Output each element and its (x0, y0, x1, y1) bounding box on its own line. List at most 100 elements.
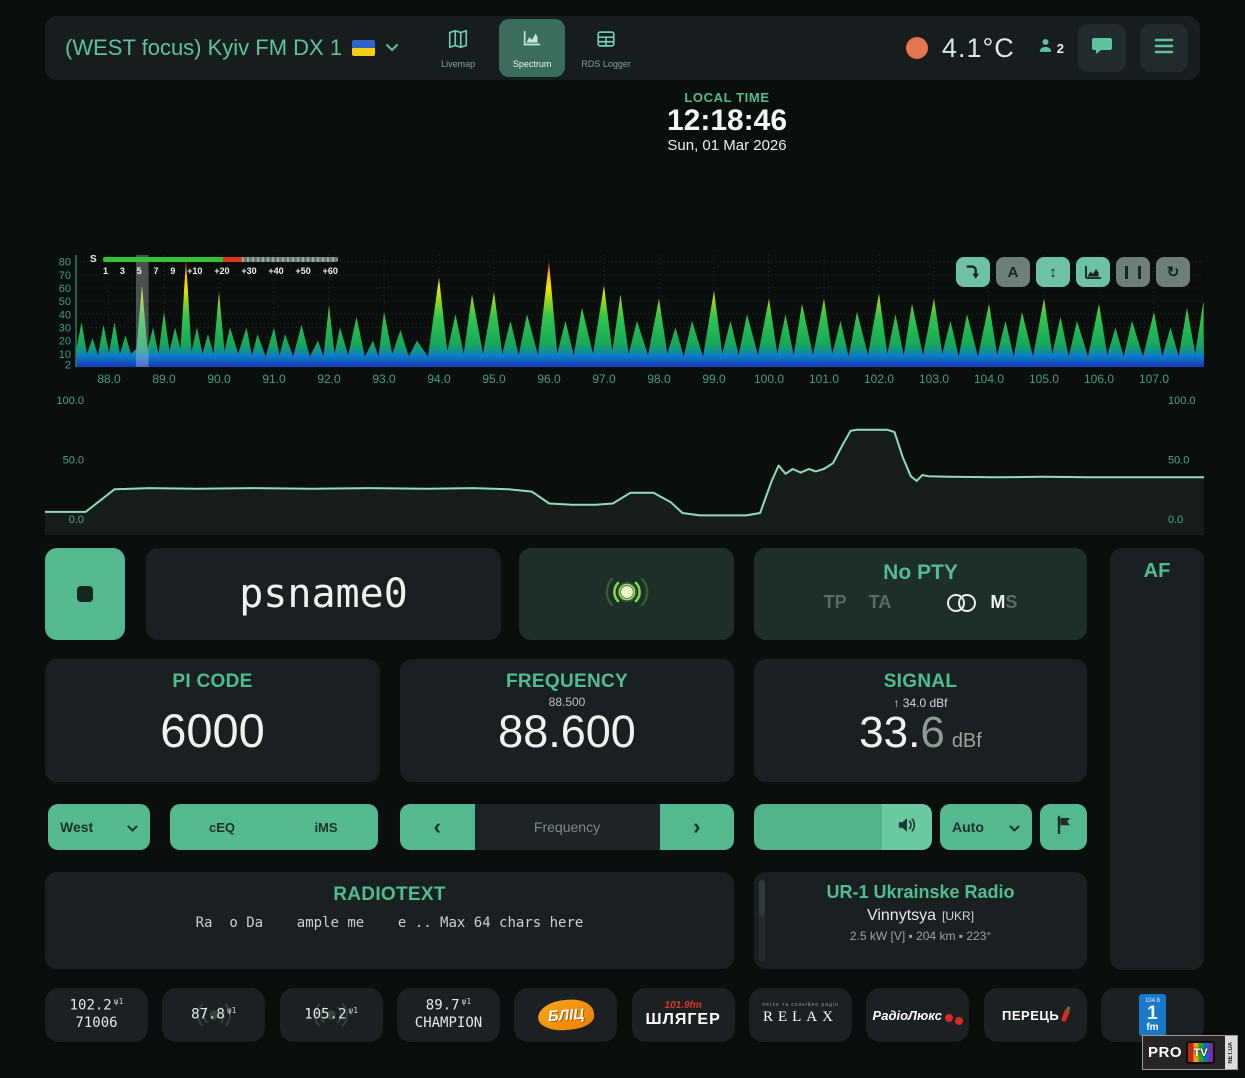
svg-text:102.0: 102.0 (864, 372, 894, 386)
af-label: AF (1143, 560, 1171, 582)
preset-tile[interactable]: 102.2 ψ1 71006 (45, 988, 148, 1042)
radiotext-value: Ra o Da ample me e .. Max 64 chars here (195, 915, 584, 931)
chat-icon (1090, 34, 1114, 63)
station-selector[interactable]: (WEST focus) Kyiv FM DX 1 (65, 35, 399, 61)
top-bar-right: 4.1°C 2 (905, 24, 1192, 72)
s-meter-tick-label: +10 (187, 266, 203, 276)
nav-rds-logger-label: RDS Logger (581, 58, 631, 69)
pause-button[interactable] (1116, 257, 1150, 287)
transmitter-details: 2.5 kW [V] ▪ 204 km ▪ 223° (849, 929, 992, 943)
signal-label: SIGNAL (883, 671, 958, 692)
frequency-input[interactable] (474, 804, 660, 850)
frequency-panel: FREQUENCY 88.500 88.600 (400, 659, 734, 782)
tune-down-button[interactable]: ‹ (400, 804, 475, 850)
preset-tile[interactable]: легке та спокійне радіо RELAX (748, 988, 852, 1042)
svg-text:70: 70 (59, 270, 71, 282)
transmitter-name: UR-1 Ukrainske Radio (826, 882, 1015, 902)
clock-label: LOCAL TIME (684, 90, 770, 105)
svg-text:0.0: 0.0 (1168, 514, 1183, 526)
preset-tile[interactable]: 89.7 ψ1 CHAMPION (396, 988, 500, 1042)
svg-text:101.0: 101.0 (809, 372, 839, 386)
nav-spectrum-button[interactable]: Spectrum (499, 19, 566, 77)
svg-text:92.0: 92.0 (317, 372, 341, 386)
main-nav: Livemap Spectrum RDS Logger (425, 19, 639, 77)
preset-tile[interactable]: 104.6 1 fm (1100, 988, 1204, 1042)
radio-lux-logo: РадіоЛюкс (873, 1006, 964, 1025)
svg-text:96.0: 96.0 (537, 372, 561, 386)
report-flag-button[interactable] (1040, 804, 1087, 850)
s-meter-tick-label: 3 (119, 266, 125, 276)
s-meter-tick-label: +40 (268, 266, 284, 276)
nav-spectrum-label: Spectrum (512, 58, 552, 69)
s-meter-red-segment (222, 257, 242, 262)
svg-text:89.0: 89.0 (152, 372, 176, 386)
nav-rds-logger-button[interactable]: RDS Logger (573, 19, 639, 77)
blitz-fm-logo: БЛІЦ (536, 998, 595, 1032)
ceq-button[interactable]: cEQ (170, 804, 274, 850)
auto-mode-button[interactable]: A (996, 257, 1030, 287)
frequency-value: 88.600 (498, 706, 636, 757)
svg-text:30: 30 (59, 322, 71, 334)
protv-watermark: PRO TV NET.UA (1142, 1035, 1238, 1070)
signal-value: 33. (859, 708, 921, 757)
svg-text:105.0: 105.0 (1029, 372, 1059, 386)
vertical-scale-button[interactable]: ↕ (1036, 257, 1070, 287)
perets-fm-logo: ПЕРЕЦЬ (1002, 1008, 1071, 1023)
signal-panel: SIGNAL ↑ 34.0 dBf 33.6 dBf (754, 659, 1087, 782)
preset-tile[interactable]: 101.9fm ШЛЯГЕР (631, 988, 735, 1042)
chevron-down-icon (1009, 819, 1020, 835)
scrollbar[interactable] (759, 880, 765, 961)
svg-text:50: 50 (59, 296, 71, 308)
svg-text:50.0: 50.0 (1168, 455, 1189, 467)
antenna-select[interactable]: West (48, 804, 150, 850)
svg-text:99.0: 99.0 (702, 372, 726, 386)
listener-count: 2 (1056, 40, 1064, 56)
pepper-icon (1060, 1008, 1071, 1022)
preset-tile[interactable]: ПЕРЕЦЬ (983, 988, 1087, 1042)
scan-mode-select[interactable]: Auto (940, 804, 1032, 850)
volume-thumb[interactable] (882, 804, 932, 850)
clock-time: 12:18:46 (666, 104, 788, 137)
chevron-down-icon (385, 39, 399, 57)
nav-livemap-button[interactable]: Livemap (425, 19, 491, 77)
svg-text:0.0: 0.0 (69, 514, 84, 526)
volume-slider[interactable] (754, 804, 932, 850)
flag-icon (1055, 815, 1073, 840)
signal-indicator-panel (519, 548, 734, 640)
preset-frequency: 105.2 ψ1 (304, 1005, 359, 1023)
ukraine-flag-icon (352, 40, 376, 56)
listeners: 2 (1037, 37, 1064, 59)
s-meter: S 1 3 5 7 9 +10 +20 +30 +40 +50 +60 (90, 254, 338, 276)
pty-value: No PTY (883, 561, 958, 584)
ims-button[interactable]: iMS (274, 804, 378, 850)
preset-tile[interactable]: 87.8 ψ1 (162, 988, 266, 1042)
ta-flag: TA (868, 592, 892, 612)
tune-up-button[interactable]: › (659, 804, 734, 850)
svg-text:98.0: 98.0 (647, 372, 671, 386)
svg-text:94.0: 94.0 (427, 372, 451, 386)
svg-text:100.0: 100.0 (56, 395, 84, 407)
fm-dx-webserver-page: (WEST focus) Kyiv FM DX 1 Livemap Spectr… (0, 0, 1245, 1078)
scroll-down-button[interactable] (956, 257, 990, 287)
record-stop-button[interactable] (45, 548, 125, 640)
chat-button[interactable] (1078, 24, 1126, 72)
spectrum-chart-icon (521, 28, 543, 55)
antenna-badge: ψ1 (113, 997, 124, 1007)
s-meter-track (241, 257, 338, 262)
radiotext-label: RADIOTEXT (333, 884, 446, 905)
temperature: 4.1°C (941, 32, 1015, 63)
menu-button[interactable] (1140, 24, 1188, 72)
s-meter-tick-label: +30 (241, 266, 257, 276)
stop-icon (77, 586, 93, 602)
preset-tile[interactable]: 105.2 ψ1 (279, 988, 383, 1042)
preset-tile[interactable]: БЛІЦ (514, 988, 618, 1042)
preset-tile[interactable]: РадіоЛюкс (866, 988, 970, 1042)
stereo-icon (947, 593, 977, 612)
svg-text:60: 60 (59, 283, 71, 295)
svg-text:91.0: 91.0 (262, 372, 286, 386)
ps-name: psname0 (239, 571, 408, 617)
graph-style-button[interactable] (1076, 257, 1110, 287)
preset-frequency: 102.2 ψ1 (69, 997, 124, 1014)
refresh-button[interactable]: ↻ (1156, 257, 1190, 287)
svg-text:40: 40 (59, 309, 71, 321)
